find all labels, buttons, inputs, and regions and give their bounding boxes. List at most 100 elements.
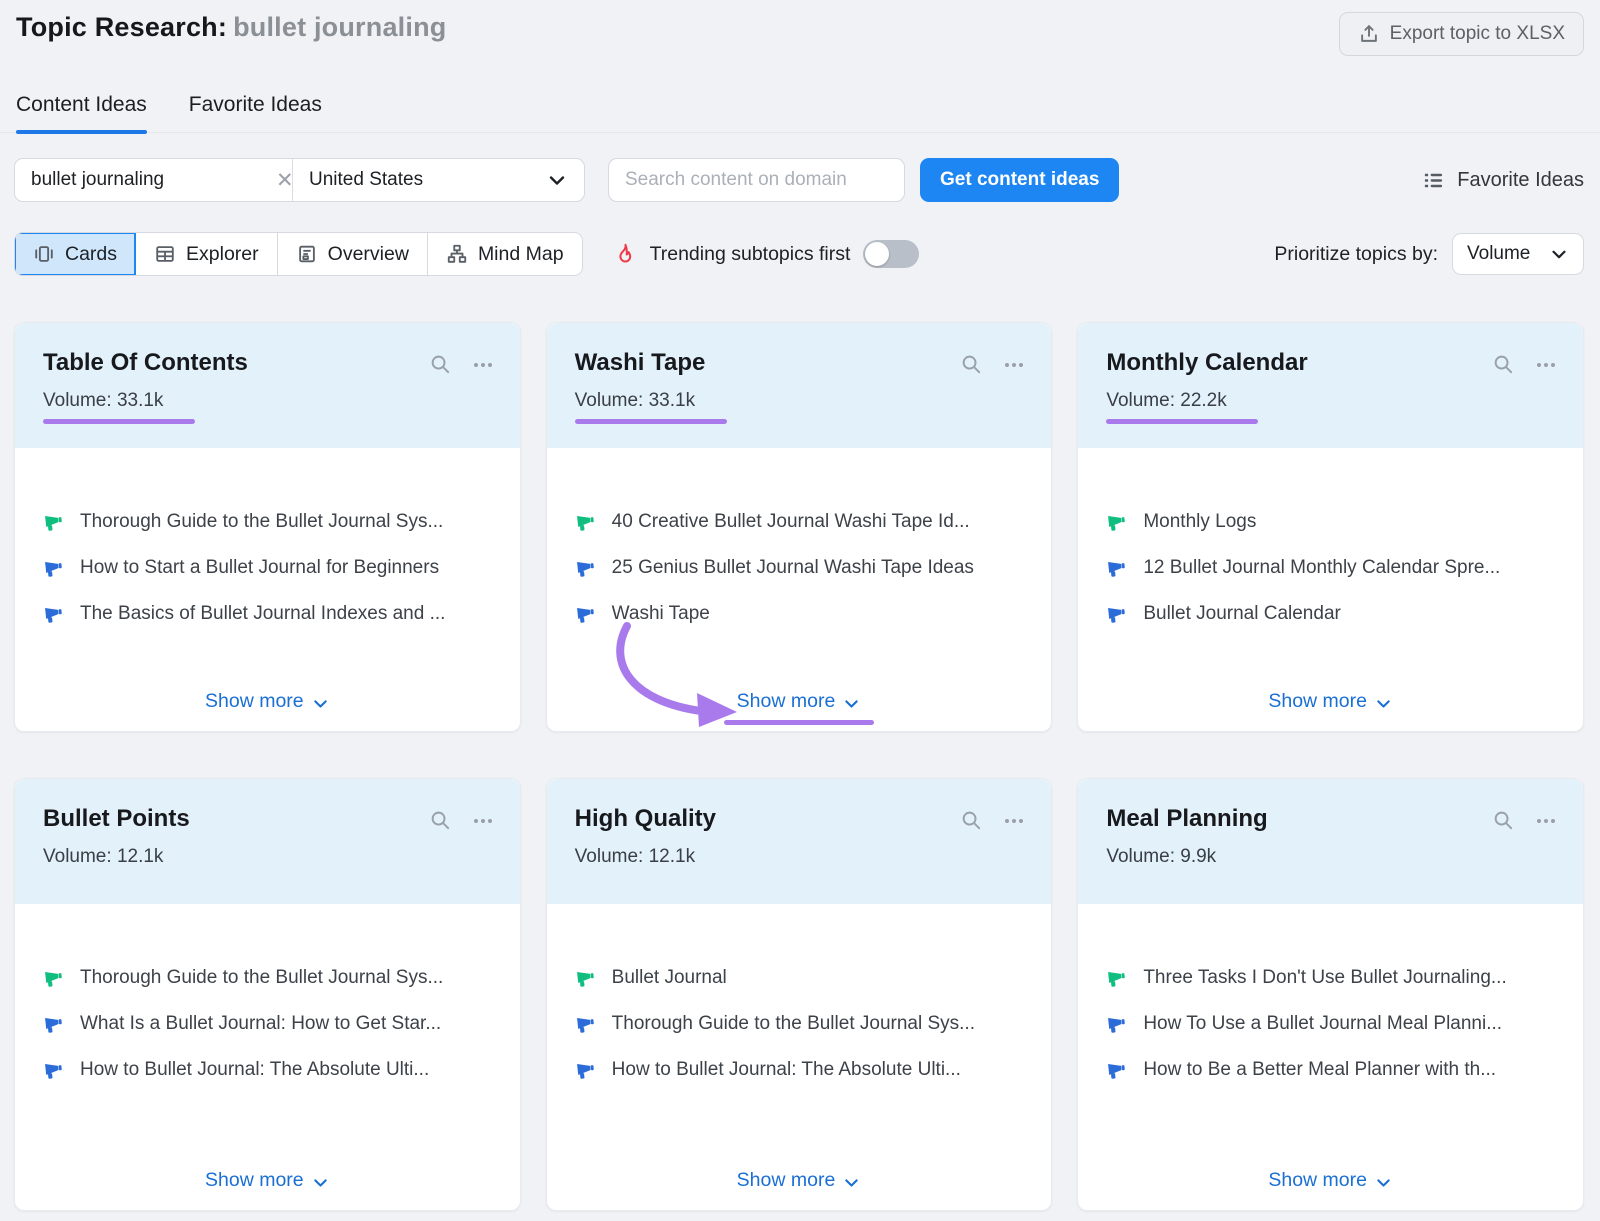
more-options-icon[interactable] — [1003, 810, 1025, 832]
search-topic-icon[interactable] — [960, 353, 983, 376]
country-select[interactable]: United States — [293, 159, 584, 201]
topic-card: Meal Planning Volume: 9.9k Three Tasks I… — [1077, 778, 1584, 1211]
show-more-link[interactable]: Show more — [205, 1169, 330, 1192]
show-more-label: Show more — [205, 1169, 304, 1192]
headline-item[interactable]: 25 Genius Bullet Journal Washi Tape Idea… — [575, 557, 1024, 579]
flame-icon — [613, 242, 637, 266]
search-topic-icon[interactable] — [429, 353, 452, 376]
overview-icon — [296, 243, 318, 265]
headline-text: Bullet Journal Calendar — [1143, 603, 1341, 625]
headline-item[interactable]: Washi Tape — [575, 603, 1024, 625]
headline-item[interactable]: How to Bullet Journal: The Absolute Ulti… — [43, 1059, 492, 1081]
search-combo: ✕ United States — [14, 158, 585, 202]
domain-search-input[interactable] — [608, 158, 905, 202]
prioritize-label: Prioritize topics by: — [1274, 243, 1438, 266]
export-button[interactable]: Export topic to XLSX — [1339, 12, 1584, 56]
headline-item[interactable]: Bullet Journal — [575, 967, 1024, 989]
keyword-input[interactable] — [31, 169, 276, 191]
topic-card: Table Of Contents Volume: 33.1k Thorough… — [14, 322, 521, 732]
headline-list: Three Tasks I Don't Use Bullet Journalin… — [1106, 967, 1555, 1105]
headline-item[interactable]: What Is a Bullet Journal: How to Get Sta… — [43, 1013, 492, 1035]
view-mind-map[interactable]: Mind Map — [428, 233, 582, 275]
headline-item[interactable]: The Basics of Bullet Journal Indexes and… — [43, 603, 492, 625]
card-volume: Volume: 33.1k — [43, 390, 494, 412]
search-topic-icon[interactable] — [1492, 353, 1515, 376]
search-topic-icon[interactable] — [1492, 809, 1515, 832]
headline-text: The Basics of Bullet Journal Indexes and… — [80, 603, 445, 625]
show-more-link[interactable]: Show more — [205, 690, 330, 713]
headline-item[interactable]: 12 Bullet Journal Monthly Calendar Spre.… — [1106, 557, 1555, 579]
card-volume-label: Volume: — [43, 390, 117, 411]
card-body: Thorough Guide to the Bullet Journal Sys… — [15, 904, 520, 1210]
card-header: Bullet Points Volume: 12.1k — [15, 779, 520, 904]
headline-item[interactable]: How To Use a Bullet Journal Meal Planni.… — [1106, 1013, 1555, 1035]
search-topic-icon[interactable] — [429, 809, 452, 832]
headline-text: Thorough Guide to the Bullet Journal Sys… — [80, 511, 443, 533]
headline-item[interactable]: How to Start a Bullet Journal for Beginn… — [43, 557, 492, 579]
megaphone-green-icon — [43, 967, 65, 989]
headline-text: How To Use a Bullet Journal Meal Planni.… — [1143, 1013, 1502, 1035]
headline-item[interactable]: How to Be a Better Meal Planner with th.… — [1106, 1059, 1555, 1081]
megaphone-green-icon — [575, 511, 597, 533]
more-options-icon[interactable] — [1003, 354, 1025, 376]
card-header: High Quality Volume: 12.1k — [547, 779, 1052, 904]
headline-item[interactable]: Three Tasks I Don't Use Bullet Journalin… — [1106, 967, 1555, 989]
headline-text: 25 Genius Bullet Journal Washi Tape Idea… — [612, 557, 974, 579]
card-body: 40 Creative Bullet Journal Washi Tape Id… — [547, 448, 1052, 731]
megaphone-green-icon — [1106, 967, 1128, 989]
search-topic-icon[interactable] — [960, 809, 983, 832]
annotation-volume-underline — [43, 419, 195, 424]
controls-row: Cards Explorer Overview — [14, 232, 1584, 276]
clear-keyword-icon[interactable]: ✕ — [276, 170, 294, 191]
megaphone-blue-icon — [1106, 1059, 1128, 1081]
card-volume-value: 33.1k — [649, 390, 695, 411]
more-options-icon[interactable] — [1535, 354, 1557, 376]
card-header: Meal Planning Volume: 9.9k — [1078, 779, 1583, 904]
megaphone-blue-icon — [1106, 1013, 1128, 1035]
headline-item[interactable]: Bullet Journal Calendar — [1106, 603, 1555, 625]
show-more-link[interactable]: Show more — [737, 690, 862, 713]
more-options-icon[interactable] — [1535, 810, 1557, 832]
headline-item[interactable]: Thorough Guide to the Bullet Journal Sys… — [43, 967, 492, 989]
tab-favorite-ideas[interactable]: Favorite Ideas — [189, 93, 322, 132]
megaphone-blue-icon — [43, 603, 65, 625]
topic-card: Monthly Calendar Volume: 22.2k Monthly L… — [1077, 322, 1584, 732]
page-title: Topic Research:bullet journaling — [16, 12, 446, 43]
card-title: Table Of Contents — [43, 349, 248, 377]
trending-control: Trending subtopics first — [613, 240, 920, 268]
headline-list: Thorough Guide to the Bullet Journal Sys… — [43, 511, 492, 649]
headline-item[interactable]: Thorough Guide to the Bullet Journal Sys… — [43, 511, 492, 533]
tab-bar: Content Ideas Favorite Ideas — [0, 93, 1600, 133]
view-overview[interactable]: Overview — [278, 233, 428, 275]
show-more-link[interactable]: Show more — [1268, 1169, 1393, 1192]
view-cards[interactable]: Cards — [15, 233, 136, 275]
headline-item[interactable]: 40 Creative Bullet Journal Washi Tape Id… — [575, 511, 1024, 533]
view-explorer-label: Explorer — [186, 243, 259, 266]
prioritize-control: Prioritize topics by: Volume — [1274, 233, 1584, 275]
keyword-field[interactable]: ✕ — [15, 159, 292, 201]
prioritize-select[interactable]: Volume — [1452, 233, 1584, 275]
card-header: Monthly Calendar Volume: 22.2k — [1078, 323, 1583, 448]
show-more-link[interactable]: Show more — [1268, 690, 1393, 713]
prioritize-value: Volume — [1467, 243, 1530, 265]
headline-item[interactable]: Thorough Guide to the Bullet Journal Sys… — [575, 1013, 1024, 1035]
more-options-icon[interactable] — [472, 810, 494, 832]
card-body: Thorough Guide to the Bullet Journal Sys… — [15, 448, 520, 731]
headline-text: Monthly Logs — [1143, 511, 1256, 533]
headline-item[interactable]: How to Bullet Journal: The Absolute Ulti… — [575, 1059, 1024, 1081]
card-volume-value: 22.2k — [1180, 390, 1226, 411]
card-volume: Volume: 9.9k — [1106, 846, 1557, 868]
tab-content-ideas[interactable]: Content Ideas — [16, 93, 147, 132]
trending-toggle[interactable] — [863, 240, 919, 268]
get-content-ideas-button[interactable]: Get content ideas — [920, 158, 1119, 202]
card-volume-label: Volume: — [43, 846, 117, 867]
favorite-ideas-link[interactable]: Favorite Ideas — [1422, 169, 1584, 192]
megaphone-blue-icon — [43, 1013, 65, 1035]
chevron-down-icon — [1549, 244, 1569, 264]
headline-list: Monthly Logs 12 Bullet Journal Monthly Ca… — [1106, 511, 1555, 649]
show-more-link[interactable]: Show more — [737, 1169, 862, 1192]
view-explorer[interactable]: Explorer — [136, 233, 278, 275]
card-body: Three Tasks I Don't Use Bullet Journalin… — [1078, 904, 1583, 1210]
headline-item[interactable]: Monthly Logs — [1106, 511, 1555, 533]
more-options-icon[interactable] — [472, 354, 494, 376]
